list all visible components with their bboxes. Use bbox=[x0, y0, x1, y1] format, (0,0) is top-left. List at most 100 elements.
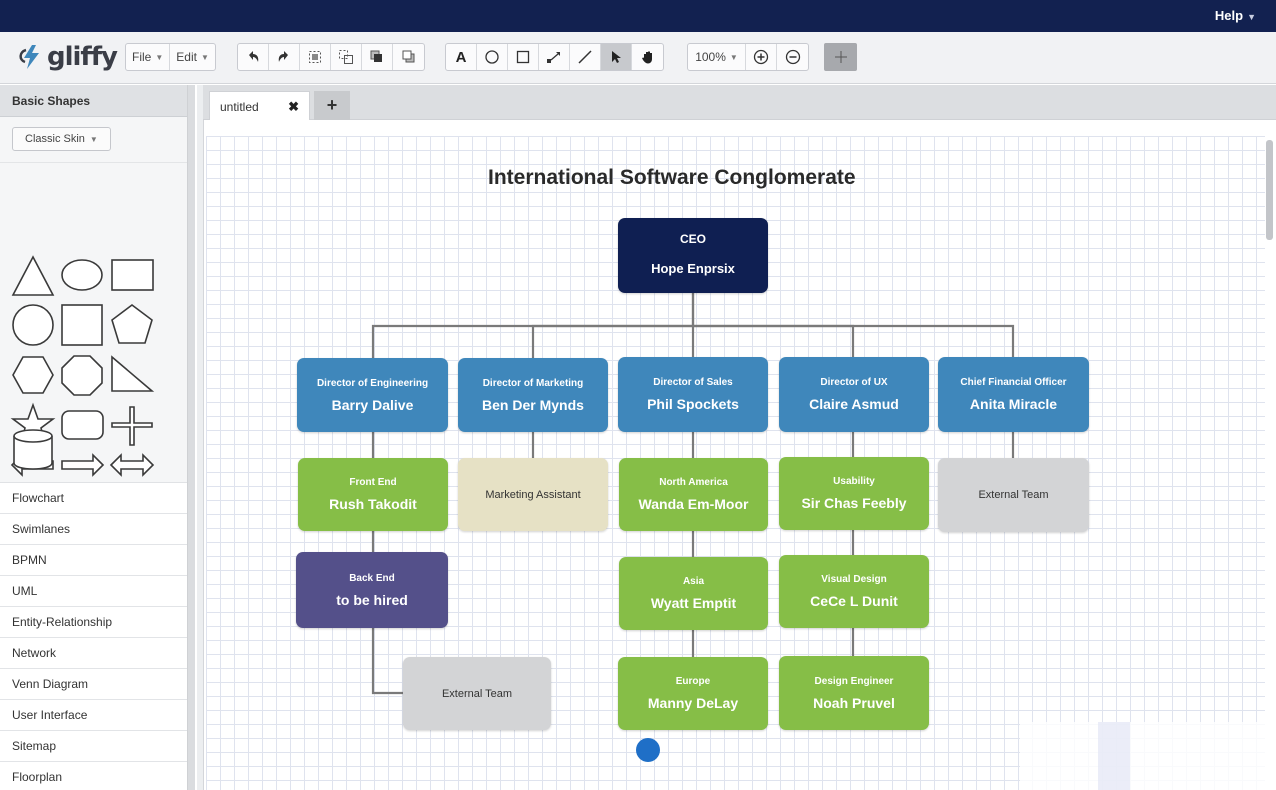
chevron-down-icon: ▼ bbox=[729, 52, 738, 62]
ceo-node[interactable]: CEO Hope Enprsix bbox=[618, 218, 768, 293]
rectangle-tool-icon bbox=[516, 50, 530, 64]
redo-button[interactable] bbox=[269, 44, 300, 70]
director-ux-node[interactable]: Director of UX Claire Asmud bbox=[779, 357, 929, 432]
category-user-interface[interactable]: User Interface bbox=[0, 700, 187, 731]
undo-button[interactable] bbox=[238, 44, 269, 70]
finance-external-team-node[interactable]: External Team bbox=[938, 458, 1089, 532]
node-name: Barry Dalive bbox=[331, 396, 414, 413]
category-entity-relationship[interactable]: Entity-Relationship bbox=[0, 607, 187, 638]
skin-select-label: Classic Skin bbox=[25, 133, 85, 145]
zoom-in-button[interactable] bbox=[746, 44, 777, 70]
cfo-node[interactable]: Chief Financial Officer Anita Miracle bbox=[938, 357, 1089, 432]
node-role: Chief Financial Officer bbox=[960, 377, 1067, 388]
design-engineer-node[interactable]: Design Engineer Noah Pruvel bbox=[779, 656, 929, 730]
line-tool-icon bbox=[578, 50, 592, 64]
ungroup-button[interactable] bbox=[331, 44, 362, 70]
node-role: Director of Marketing bbox=[482, 377, 584, 389]
category-uml[interactable]: UML bbox=[0, 576, 187, 607]
chevron-down-icon: ▼ bbox=[1247, 12, 1256, 22]
back-end-node[interactable]: Back End to be hired bbox=[296, 552, 448, 628]
node-role: Visual Design bbox=[821, 574, 887, 585]
skin-select[interactable]: Classic Skin ▼ bbox=[12, 127, 111, 151]
vertical-scrollbar[interactable] bbox=[1266, 140, 1273, 240]
sidebar-resize-handle[interactable] bbox=[187, 85, 195, 790]
bring-front-button[interactable] bbox=[362, 44, 393, 70]
node-role: CEO bbox=[679, 232, 706, 246]
node-label: External Team bbox=[978, 489, 1049, 501]
hand-tool-button[interactable] bbox=[632, 44, 663, 70]
director-marketing-node[interactable]: Director of Marketing Ben Der Mynds bbox=[458, 358, 608, 432]
top-nav-bar: Help ▼ bbox=[0, 0, 1276, 32]
node-name: Wanda Em-Moor bbox=[638, 496, 749, 512]
gliffy-logo: gliffy bbox=[16, 42, 118, 72]
cylinder-shape-icon[interactable] bbox=[0, 405, 60, 475]
tab-untitled[interactable]: untitled ✖ bbox=[209, 91, 310, 120]
chevron-down-icon: ▼ bbox=[89, 134, 98, 144]
node-role: Asia bbox=[682, 576, 705, 587]
grid-toggle-icon bbox=[834, 51, 847, 63]
category-swimlanes[interactable]: Swimlanes bbox=[0, 514, 187, 545]
diagram-title[interactable]: International Software Conglomerate bbox=[488, 166, 908, 190]
ellipse-tool-button[interactable] bbox=[477, 44, 508, 70]
category-sitemap[interactable]: Sitemap bbox=[0, 731, 187, 762]
edit-menu-button[interactable]: Edit ▼ bbox=[170, 44, 215, 70]
file-menu-label: File bbox=[132, 50, 152, 64]
node-label: External Team bbox=[441, 687, 513, 700]
ungroup-icon bbox=[339, 50, 353, 64]
category-floorplan[interactable]: Floorplan bbox=[0, 762, 187, 790]
category-flowchart[interactable]: Flowchart bbox=[0, 483, 187, 514]
sidebar-header[interactable]: Basic Shapes bbox=[0, 85, 187, 117]
menu-group: File ▼ Edit ▼ bbox=[125, 43, 216, 71]
group-button[interactable] bbox=[300, 44, 331, 70]
category-venn-diagram[interactable]: Venn Diagram bbox=[0, 669, 187, 700]
close-icon[interactable]: ✖ bbox=[288, 99, 299, 115]
node-name: Rush Takodit bbox=[329, 496, 417, 512]
director-engineering-node[interactable]: Director of Engineering Barry Dalive bbox=[297, 358, 448, 432]
zoom-level-label: 100% bbox=[695, 50, 726, 64]
node-name: Phil Spockets bbox=[647, 396, 739, 412]
send-back-button[interactable] bbox=[393, 44, 424, 70]
asia-node[interactable]: Asia Wyatt Emptit bbox=[619, 557, 768, 630]
node-role: Director of UX bbox=[820, 377, 888, 388]
node-name: Wyatt Emptit bbox=[650, 595, 737, 611]
chevron-down-icon: ▼ bbox=[155, 52, 164, 62]
text-tool-icon: A bbox=[455, 48, 467, 66]
europe-node[interactable]: Europe Manny DeLay bbox=[618, 657, 768, 730]
front-end-node[interactable]: Front End Rush Takodit bbox=[298, 458, 448, 531]
shape-category-list: Flowchart Swimlanes BPMN UML Entity-Rela… bbox=[0, 483, 187, 790]
help-menu[interactable]: Help ▼ bbox=[1215, 8, 1256, 23]
add-tab-button[interactable]: + bbox=[314, 91, 350, 120]
usability-node[interactable]: Usability Sir Chas Feebly bbox=[779, 457, 929, 530]
drawing-tools-group: A bbox=[445, 43, 664, 71]
node-label: Marketing Assistant bbox=[485, 488, 581, 501]
node-name: Anita Miracle bbox=[969, 396, 1058, 412]
pointer-tool-icon bbox=[612, 51, 621, 63]
north-america-node[interactable]: North America Wanda Em-Moor bbox=[619, 458, 768, 531]
node-name: Claire Asmud bbox=[809, 396, 899, 412]
undo-icon bbox=[249, 51, 259, 62]
connector-tool-button[interactable] bbox=[539, 44, 570, 70]
node-name: Hope Enprsix bbox=[651, 261, 735, 276]
director-sales-node[interactable]: Director of Sales Phil Spockets bbox=[618, 357, 768, 432]
node-name: Manny DeLay bbox=[647, 695, 739, 711]
category-network[interactable]: Network bbox=[0, 638, 187, 669]
zoom-level-select[interactable]: 100% ▼ bbox=[688, 44, 746, 70]
zoom-out-button[interactable] bbox=[777, 44, 808, 70]
canvas-top-margin bbox=[204, 120, 1276, 136]
node-role: Europe bbox=[675, 676, 711, 687]
rectangle-tool-button[interactable] bbox=[508, 44, 539, 70]
text-tool-button[interactable]: A bbox=[446, 44, 477, 70]
connection-point-indicator[interactable] bbox=[636, 738, 660, 762]
engineering-external-team-node[interactable]: External Team bbox=[403, 657, 551, 730]
grid-toggle-button[interactable] bbox=[824, 43, 857, 71]
marketing-assistant-node[interactable]: Marketing Assistant bbox=[458, 458, 608, 531]
pointer-tool-button[interactable] bbox=[601, 44, 632, 70]
line-tool-button[interactable] bbox=[570, 44, 601, 70]
visual-design-node[interactable]: Visual Design CeCe L Dunit bbox=[779, 555, 929, 628]
node-role: Director of Engineering bbox=[316, 377, 429, 389]
edit-tools-group bbox=[237, 43, 425, 71]
node-name: Sir Chas Feebly bbox=[801, 495, 907, 511]
file-menu-button[interactable]: File ▼ bbox=[126, 44, 171, 70]
category-bpmn[interactable]: BPMN bbox=[0, 545, 187, 576]
canvas-overlay-band bbox=[1098, 722, 1130, 790]
